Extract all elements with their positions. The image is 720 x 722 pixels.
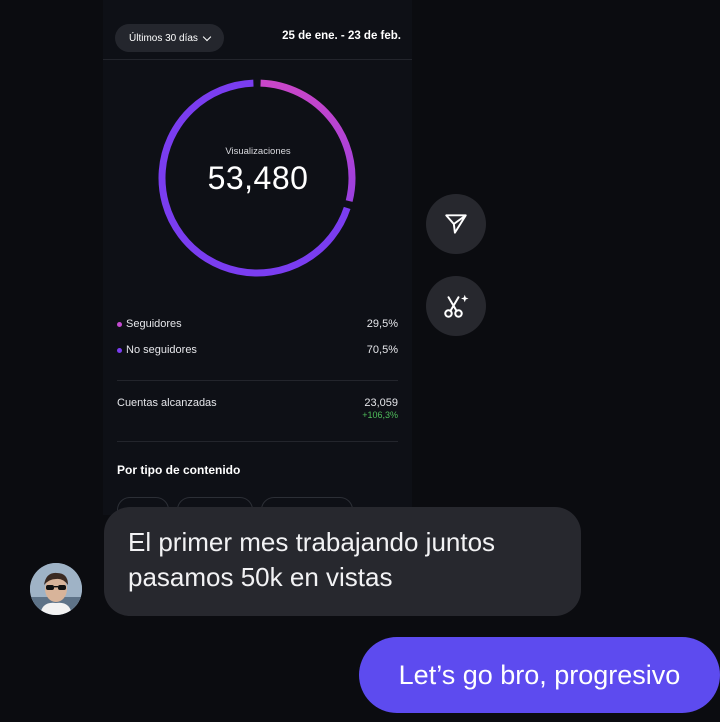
- reach-metric-row[interactable]: Cuentas alcanzadas 23,059 +106,3%: [117, 397, 398, 420]
- divider: [117, 380, 398, 381]
- legend-label: Seguidores: [126, 318, 182, 330]
- legend-item-no-seguidores: No seguidores 70,5%: [117, 344, 398, 356]
- donut-total-value: 53,480: [207, 160, 309, 196]
- legend-value: 70,5%: [366, 344, 398, 356]
- period-selector[interactable]: Últimos 30 días: [115, 24, 224, 52]
- profile-photo: [30, 563, 82, 615]
- reach-value: 23,059: [364, 397, 398, 409]
- outgoing-message-bubble[interactable]: Let’s go bro, progresivo: [359, 637, 720, 713]
- outgoing-message-text: Let’s go bro, progresivo: [398, 659, 681, 690]
- period-label: Últimos 30 días: [129, 32, 198, 44]
- reach-label: Cuentas alcanzadas: [117, 397, 217, 409]
- divider: [117, 441, 398, 442]
- legend-value: 29,5%: [366, 318, 398, 330]
- legend-label: No seguidores: [126, 344, 197, 356]
- donut-label: Visualizaciones: [225, 146, 291, 157]
- chevron-down-icon: [202, 32, 212, 41]
- legend-dot: [117, 321, 122, 327]
- avatar[interactable]: [30, 563, 82, 615]
- section-title: Por tipo de contenido: [117, 463, 241, 477]
- legend-dot: [117, 347, 122, 353]
- incoming-message-text: El primer mes trabajando juntos pasamos …: [128, 527, 496, 592]
- date-range: 25 de ene. - 23 de feb.: [282, 30, 401, 42]
- scissors-sparkle-icon: [444, 294, 469, 318]
- insights-card[interactable]: Últimos 30 días 25 de ene. - 23 de feb. …: [103, 0, 412, 515]
- legend-item-seguidores: Seguidores 29,5%: [117, 318, 398, 330]
- paper-plane-icon: [445, 214, 467, 234]
- incoming-message-bubble[interactable]: El primer mes trabajando juntos pasamos …: [104, 507, 581, 616]
- share-button[interactable]: [426, 194, 486, 254]
- edit-ai-button[interactable]: [426, 276, 486, 336]
- reach-change: +106,3%: [362, 410, 398, 420]
